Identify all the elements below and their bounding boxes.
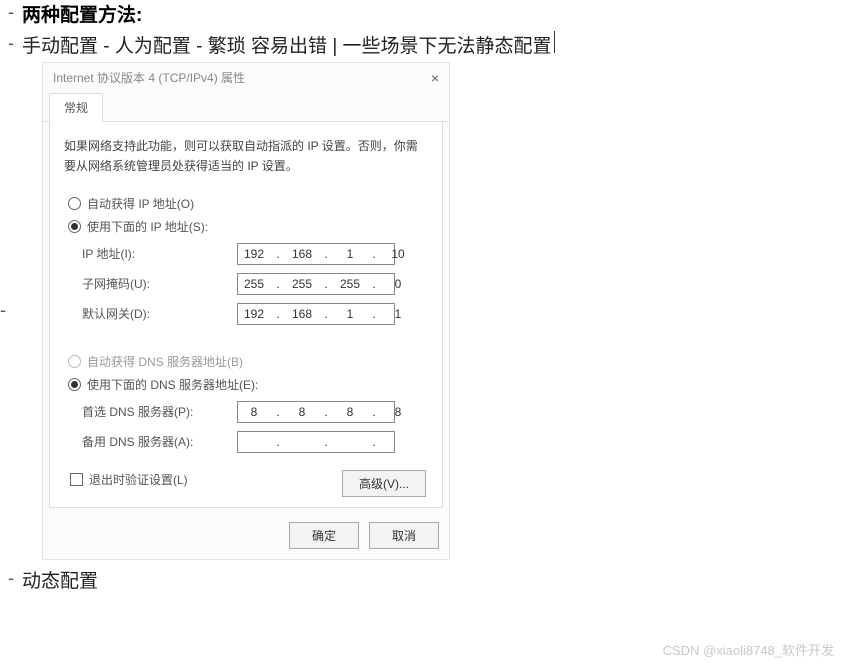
radio-label: 自动获得 DNS 服务器地址(B): [87, 353, 243, 370]
radio-auto-ip[interactable]: 自动获得 IP 地址(O): [68, 195, 428, 212]
radio-icon: [68, 378, 81, 391]
heading-text: 两种配置方法:: [22, 0, 142, 27]
ipv4-properties-dialog: Internet 协议版本 4 (TCP/IPv4) 属性 × 常规 如果网络支…: [42, 62, 450, 560]
radio-auto-dns: 自动获得 DNS 服务器地址(B): [68, 353, 428, 370]
bottom-text: 动态配置: [22, 566, 98, 593]
dialog-description: 如果网络支持此功能，则可以获取自动指派的 IP 设置。否则，你需要从网络系统管理…: [64, 136, 428, 177]
gateway-input[interactable]: 192. 168. 1. 1: [237, 303, 395, 325]
ip-address-input[interactable]: 192. 168. 1. 10: [237, 243, 395, 265]
text-cursor: [554, 31, 555, 53]
close-icon[interactable]: ×: [431, 70, 439, 86]
bullet-dash: -: [8, 0, 14, 25]
bullet-dash: -: [8, 566, 14, 591]
subnet-mask-label: 子网掩码(U):: [82, 275, 237, 292]
advanced-button[interactable]: 高级(V)...: [342, 470, 426, 497]
bullet-dash: -: [8, 31, 14, 56]
subnet-mask-input[interactable]: 255. 255. 255. 0: [237, 273, 395, 295]
radio-label: 使用下面的 IP 地址(S):: [87, 218, 208, 235]
dns-primary-input[interactable]: 8. 8. 8. 8: [237, 401, 395, 423]
radio-icon: [68, 220, 81, 233]
gateway-label: 默认网关(D):: [82, 305, 237, 322]
dialog-title: Internet 协议版本 4 (TCP/IPv4) 属性: [53, 69, 245, 86]
checkbox-label: 退出时验证设置(L): [89, 471, 188, 488]
radio-icon: [68, 355, 81, 368]
bullet-dash: -: [0, 298, 6, 323]
radio-label: 使用下面的 DNS 服务器地址(E):: [87, 376, 258, 393]
radio-manual-ip[interactable]: 使用下面的 IP 地址(S):: [68, 218, 428, 235]
dns-secondary-label: 备用 DNS 服务器(A):: [82, 433, 237, 450]
ip-address-label: IP 地址(I):: [82, 245, 237, 262]
radio-manual-dns[interactable]: 使用下面的 DNS 服务器地址(E):: [68, 376, 428, 393]
dns-secondary-input[interactable]: . . .: [237, 431, 395, 453]
radio-icon: [68, 197, 81, 210]
cancel-button[interactable]: 取消: [369, 522, 439, 549]
subheading-text: 手动配置 - 人为配置 - 繁琐 容易出错 | 一些场景下无法静态配置: [22, 31, 552, 58]
watermark: CSDN @xiaoli8748_软件开发: [663, 640, 834, 659]
tab-general[interactable]: 常规: [49, 93, 103, 122]
dns-primary-label: 首选 DNS 服务器(P):: [82, 403, 237, 420]
radio-label: 自动获得 IP 地址(O): [87, 195, 194, 212]
ok-button[interactable]: 确定: [289, 522, 359, 549]
checkbox-icon: [70, 473, 83, 486]
